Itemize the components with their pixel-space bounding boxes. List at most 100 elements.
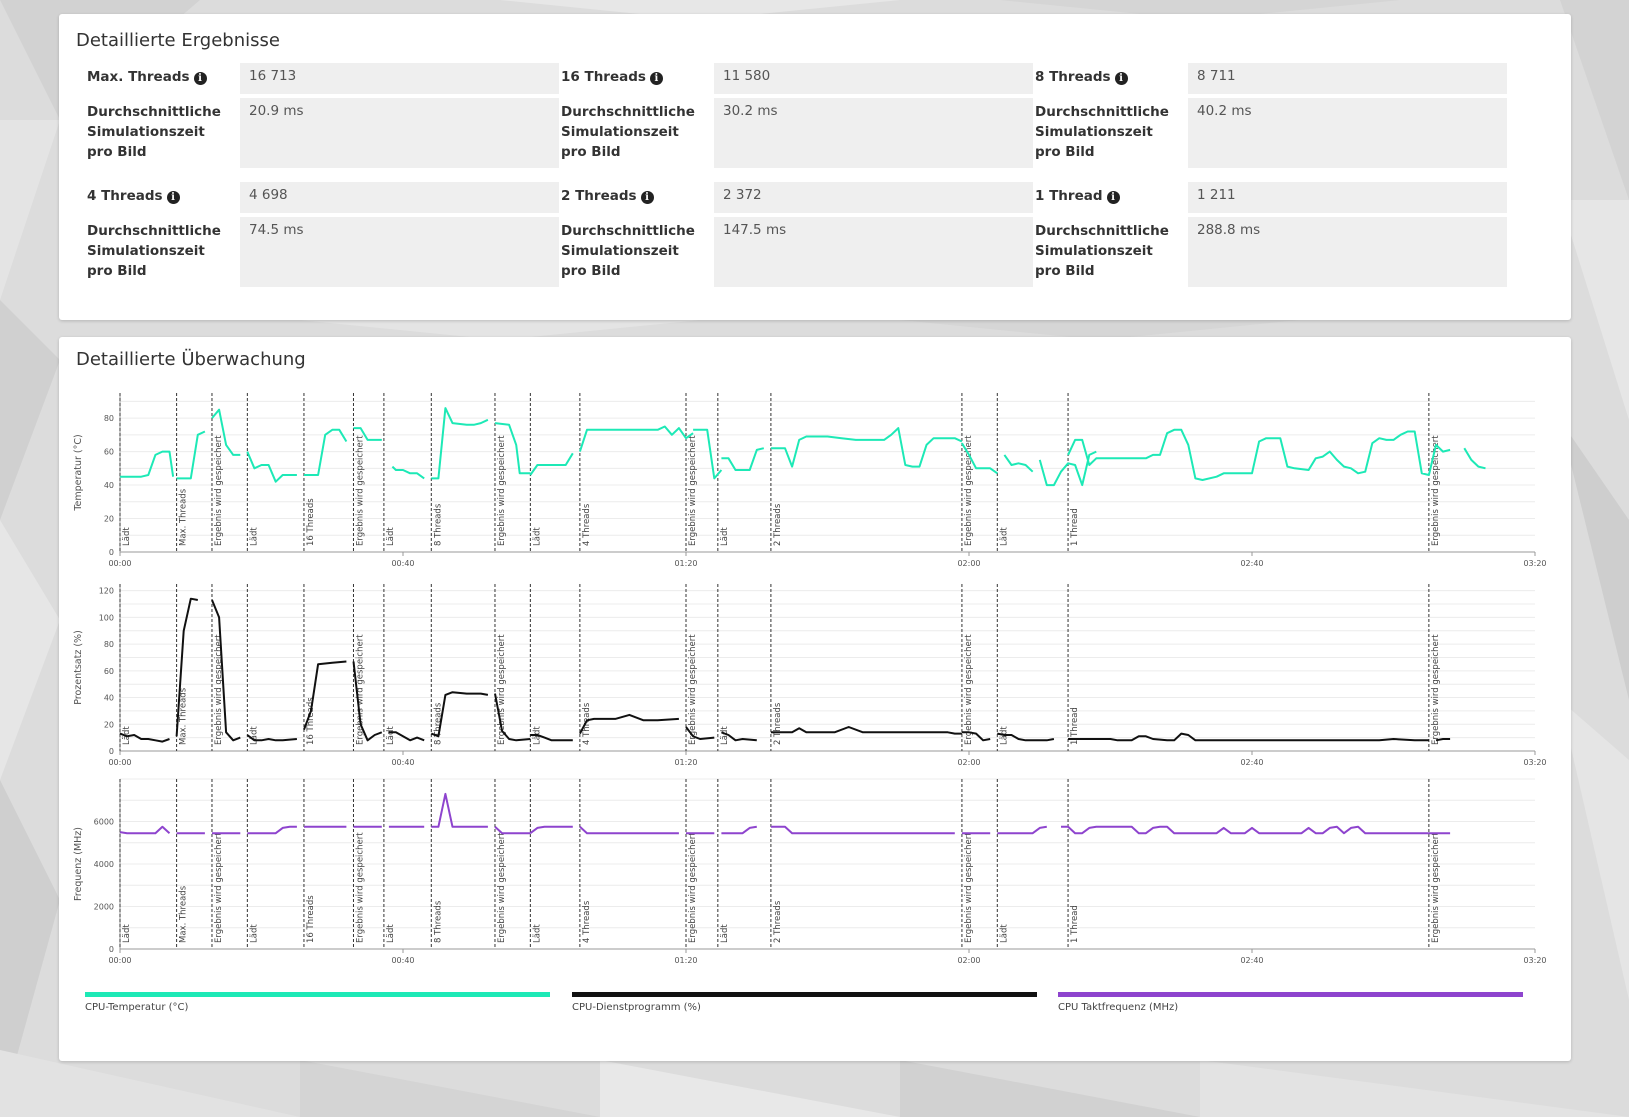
- phase-marker-label: Ergebnis wird gespeichert: [964, 634, 974, 745]
- phase-marker-label: Lädt: [249, 726, 259, 745]
- result-label: 16 Threads i: [561, 63, 714, 94]
- result-sim-time: 147.5 ms: [714, 217, 1033, 287]
- info-icon[interactable]: i: [193, 72, 207, 85]
- sim-time-label: Durchschnittliche Simulationszeit pro Bi…: [87, 223, 221, 279]
- y-tick-label: 6000: [94, 818, 114, 827]
- x-tick-label: 00:00: [108, 559, 131, 568]
- result-block-2-threads: 2 Threads i 2 372 Durchschnittliche Simul…: [561, 182, 1035, 287]
- phase-marker-label: Ergebnis wird gespeichert: [355, 832, 365, 943]
- legend-label: CPU-Temperatur (°C): [85, 1002, 189, 1013]
- legend-swatch: [1058, 992, 1523, 997]
- result-block-8-threads: 8 Threads i 8 711 Durchschnittliche Simul…: [1035, 63, 1509, 168]
- sim-time-label: Durchschnittliche Simulationszeit pro Bi…: [1035, 223, 1169, 279]
- series-line: [120, 450, 175, 478]
- y-axis-label: Prozentsatz (%): [73, 630, 84, 705]
- result-score: 2 372: [714, 182, 1033, 213]
- phase-marker-label: Ergebnis wird gespeichert: [1431, 634, 1441, 745]
- info-icon[interactable]: i: [1114, 72, 1128, 85]
- result-sim-time: 74.5 ms: [240, 217, 559, 287]
- series-line: [1003, 454, 1034, 473]
- x-tick-label: 00:40: [391, 559, 414, 568]
- legend-frequency[interactable]: CPU Taktfrequenz (MHz): [1058, 992, 1523, 1013]
- info-icon[interactable]: i: [166, 191, 180, 204]
- series-line: [494, 826, 531, 835]
- series-line: [529, 452, 574, 476]
- result-sim-time: 30.2 ms: [714, 98, 1033, 168]
- phase-marker-label: Lädt: [122, 924, 132, 943]
- info-icon[interactable]: i: [1106, 191, 1120, 204]
- phase-marker-label: Ergebnis wird gespeichert: [497, 832, 507, 943]
- results-title: Detaillierte Ergebnisse: [76, 30, 280, 51]
- phase-marker-label: 4 Threads: [582, 503, 592, 546]
- result-label: 8 Threads i: [1035, 63, 1188, 94]
- x-tick-label: 00:00: [108, 956, 131, 965]
- phase-marker-label: 1 Thread: [1070, 905, 1080, 943]
- series-line: [1067, 428, 1451, 481]
- result-sim-time: 288.8 ms: [1188, 217, 1507, 287]
- x-tick-label: 00:00: [108, 758, 131, 767]
- phase-marker-label: Ergebnis wird gespeichert: [355, 435, 365, 546]
- phase-marker-label: 8 Threads: [433, 702, 443, 745]
- series-line: [579, 826, 679, 835]
- phase-marker-label: Ergebnis wird gespeichert: [1431, 832, 1441, 943]
- phase-marker-label: Max. Threads: [179, 885, 189, 943]
- x-tick-label: 00:40: [391, 758, 414, 767]
- result-block-1-thread: 1 Thread i 1 211 Durchschnittliche Simula…: [1035, 182, 1509, 287]
- phase-marker-label: Lädt: [720, 527, 730, 546]
- phase-marker-label: Lädt: [999, 924, 1009, 943]
- phase-marker-label: Ergebnis wird gespeichert: [1431, 435, 1441, 546]
- result-score: 8 711: [1188, 63, 1507, 94]
- series-line: [246, 451, 297, 483]
- phase-marker-label: Lädt: [532, 924, 542, 943]
- phase-marker-label: Lädt: [720, 924, 730, 943]
- y-tick-label: 120: [99, 587, 114, 596]
- result-block-4-threads: 4 Threads i 4 698 Durchschnittliche Simul…: [87, 182, 561, 287]
- result-label: Max. Threads i: [87, 63, 240, 94]
- legend-temperature[interactable]: CPU-Temperatur (°C): [85, 992, 550, 1013]
- phase-marker-label: Ergebnis wird gespeichert: [964, 435, 974, 546]
- y-tick-label: 0: [109, 747, 114, 756]
- x-tick-label: 03:20: [1523, 758, 1546, 767]
- legend-utilization[interactable]: CPU-Dienstprogramm (%): [572, 992, 1037, 1013]
- sim-time-label: Durchschnittliche Simulationszeit pro Bi…: [87, 104, 221, 160]
- phase-marker-label: 1 Thread: [1070, 508, 1080, 546]
- series-line: [1068, 732, 1429, 742]
- y-tick-label: 0: [109, 945, 114, 954]
- x-tick-label: 02:40: [1240, 956, 1263, 965]
- phase-marker-label: Lädt: [532, 527, 542, 546]
- phase-marker-label: Lädt: [386, 726, 396, 745]
- result-score: 1 211: [1188, 182, 1507, 213]
- phase-marker-label: 4 Threads: [582, 900, 592, 943]
- info-icon[interactable]: i: [649, 72, 663, 85]
- phase-marker-label: 2 Threads: [773, 702, 783, 745]
- phase-marker-label: Lädt: [386, 924, 396, 943]
- result-sim-time: 20.9 ms: [240, 98, 559, 168]
- series-line: [578, 425, 694, 452]
- y-tick-label: 40: [104, 481, 114, 490]
- x-tick-label: 03:20: [1523, 559, 1546, 568]
- phase-marker-label: 8 Threads: [433, 900, 443, 943]
- sim-time-label: Durchschnittliche Simulationszeit pro Bi…: [561, 104, 695, 160]
- y-tick-label: 60: [104, 448, 114, 457]
- phase-marker-label: Ergebnis wird gespeichert: [688, 435, 698, 546]
- series-line: [176, 430, 206, 480]
- phase-marker-label: 16 Threads: [306, 498, 316, 546]
- result-label: 1 Thread i: [1035, 182, 1188, 213]
- info-icon[interactable]: i: [640, 191, 654, 204]
- result-score: 11 580: [714, 63, 1033, 94]
- phase-marker-label: Ergebnis wird gespeichert: [688, 832, 698, 943]
- phase-marker-label: Lädt: [122, 527, 132, 546]
- phase-marker-label: 2 Threads: [773, 900, 783, 943]
- phase-marker-label: Ergebnis wird gespeichert: [688, 634, 698, 745]
- y-axis-label: Frequenz (MHz): [73, 827, 84, 901]
- results-card: Detaillierte Ergebnisse Max. Threads i 16…: [59, 14, 1571, 320]
- phase-marker-label: Lädt: [249, 924, 259, 943]
- phase-marker-label: Ergebnis wird gespeichert: [214, 832, 224, 943]
- x-tick-label: 01:20: [674, 758, 697, 767]
- x-tick-label: 03:20: [1523, 956, 1546, 965]
- series-line: [529, 825, 573, 835]
- y-tick-label: 40: [104, 694, 114, 703]
- y-tick-label: 0: [109, 548, 114, 557]
- legend-swatch: [572, 992, 1037, 997]
- legend-label: CPU Taktfrequenz (MHz): [1058, 1002, 1179, 1013]
